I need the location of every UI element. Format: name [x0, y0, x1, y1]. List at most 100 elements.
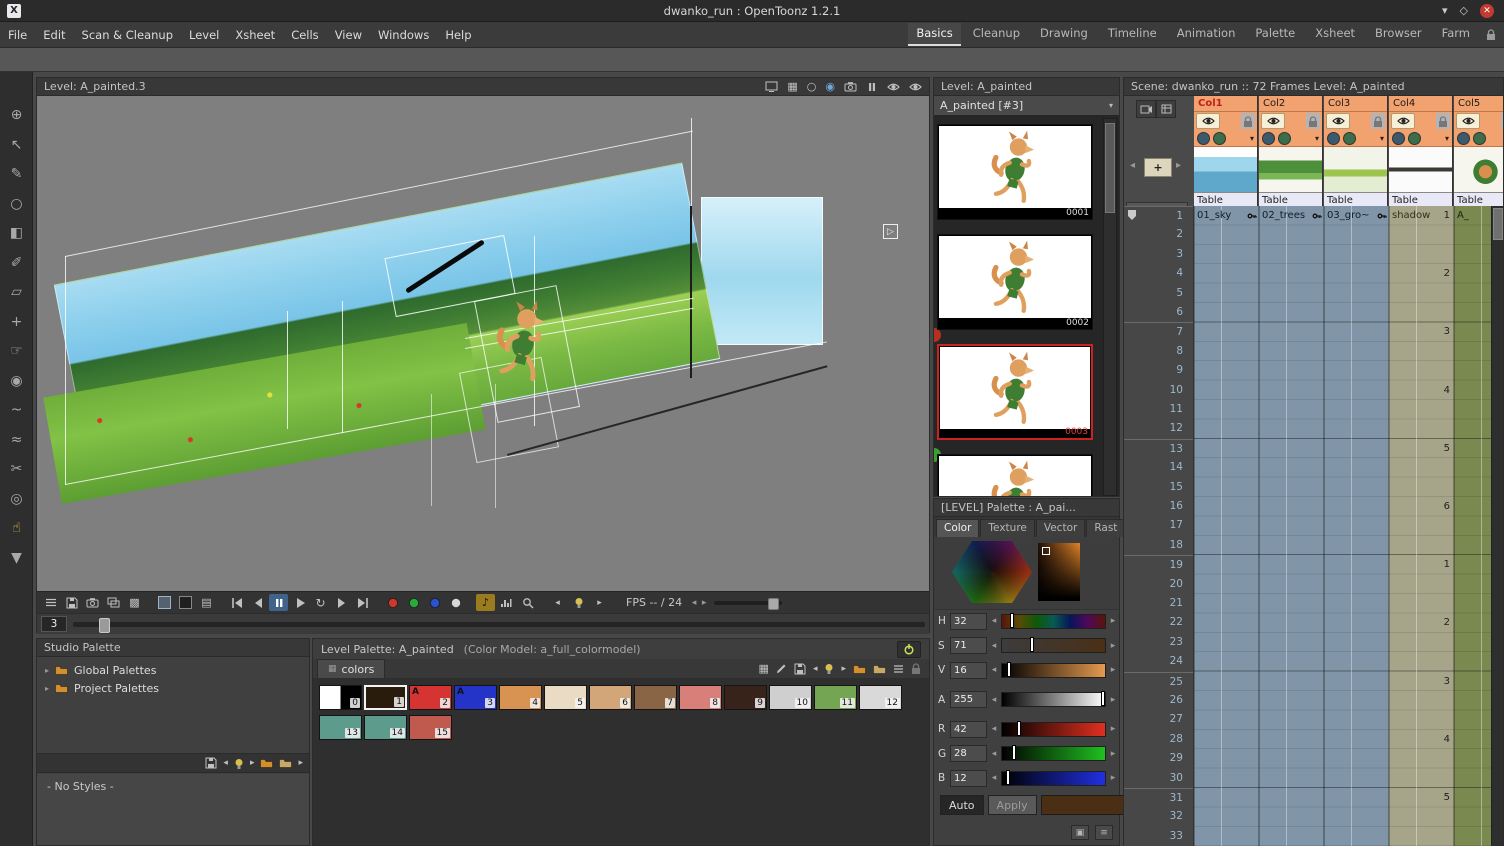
snapshot-icon[interactable] [83, 594, 102, 611]
scroll-right-icon[interactable]: ▸ [298, 758, 303, 768]
viewer-canvas[interactable]: ▷ [37, 96, 929, 591]
viewer-titlebar[interactable]: Level: A_painted.3 ▦○◉ [37, 78, 929, 96]
column-header-col2[interactable]: Col2 ▾ Table [1259, 96, 1323, 206]
smart-brush-tool-icon[interactable]: ✐ [0, 250, 33, 276]
rgb-picker-tool-icon[interactable]: ◉ [0, 368, 33, 394]
palette-tree-item-global-palettes[interactable]: ▸Global Palettes [37, 661, 305, 679]
style-chip-12[interactable]: 12 [859, 685, 902, 710]
cell-frame-1[interactable]: 01_sky [1194, 206, 1259, 225]
camstand-toggle-icon[interactable] [1392, 132, 1405, 145]
column-header-col4[interactable]: Col4 ▾ Table [1389, 96, 1453, 206]
preview-eye-icon[interactable] [887, 82, 900, 92]
sub-camera-eye-icon[interactable] [909, 82, 922, 92]
column-menu-arrow-icon[interactable]: ▾ [1315, 134, 1319, 143]
render-toggle-icon[interactable] [1278, 132, 1291, 145]
room-tab-drawing[interactable]: Drawing [1032, 23, 1096, 46]
column-visibility-eye-icon[interactable] [1391, 113, 1415, 129]
column-lock-icon[interactable] [1501, 113, 1503, 129]
next-key-icon[interactable]: ▸ [250, 758, 255, 768]
histogram-icon[interactable] [497, 594, 516, 611]
slider-increment-arrow[interactable]: ▸ [1109, 665, 1117, 675]
pinch-tool-icon[interactable]: ≈ [0, 427, 33, 453]
slider-increment-arrow[interactable]: ▸ [1109, 773, 1117, 783]
cell-frame-1[interactable]: 03_gro~ [1324, 206, 1389, 225]
menu-help[interactable]: Help [437, 28, 479, 42]
level-frame-0001[interactable]: 0001 [937, 124, 1093, 220]
style-chip-7[interactable]: 7 [634, 685, 677, 710]
pause-icon[interactable] [269, 594, 288, 611]
view-standard-icon[interactable] [155, 594, 174, 611]
column-thumbnail[interactable] [1389, 147, 1452, 193]
slider-increment-arrow[interactable]: ▸ [1109, 616, 1117, 626]
column-thumbnail[interactable] [1454, 147, 1503, 193]
fps-slider[interactable] [714, 601, 782, 605]
column-name[interactable]: Col2 [1259, 96, 1322, 112]
style-chip-6[interactable]: 6 [589, 685, 632, 710]
level-selector-dropdown[interactable]: A_painted [#3] ▾ [934, 96, 1119, 116]
style-chip-15[interactable]: 15 [409, 715, 452, 740]
style-chip-0[interactable]: 0 [319, 685, 362, 710]
style-chip-13[interactable]: 13 [319, 715, 362, 740]
key-icon[interactable] [234, 758, 244, 769]
slider-increment-arrow[interactable]: ▸ [1109, 724, 1117, 734]
page-tab-colors[interactable]: ▦ colors [317, 659, 385, 678]
prev-key-icon[interactable]: ◂ [548, 594, 567, 611]
style-chip-10[interactable]: 10 [769, 685, 812, 710]
style-chip-9[interactable]: 9 [724, 685, 767, 710]
slider-track[interactable] [1001, 614, 1106, 629]
column-lock-icon[interactable] [1436, 113, 1450, 129]
menu-edit[interactable]: Edit [35, 28, 73, 42]
style-chip-4[interactable]: 4 [499, 685, 542, 710]
render-toggle-icon[interactable] [1343, 132, 1356, 145]
minimize-icon[interactable]: ▾ [1442, 4, 1448, 17]
key-icon[interactable] [569, 594, 588, 611]
selection-tool-icon[interactable]: ↖ [0, 132, 33, 158]
column-cells-col1[interactable]: 01_sky [1194, 206, 1259, 846]
slider-value-field[interactable]: 32 [950, 613, 987, 630]
next-frame-icon[interactable] [332, 594, 351, 611]
camera-view-icon[interactable] [844, 81, 857, 92]
camstand-view-icon[interactable]: ○ [807, 80, 817, 93]
room-tab-xsheet[interactable]: Xsheet [1307, 23, 1363, 46]
column-header-col5[interactable]: Col5 ▾ Table [1454, 96, 1503, 206]
new-folder-icon[interactable] [260, 758, 273, 768]
level-strip-titlebar[interactable]: Level: A_painted [934, 78, 1119, 96]
render-toggle-icon[interactable] [1473, 132, 1486, 145]
close-icon[interactable]: ✕ [1480, 4, 1494, 18]
first-frame-icon[interactable] [227, 594, 246, 611]
column-name[interactable]: Col4 [1389, 96, 1452, 112]
room-tab-animation[interactable]: Animation [1169, 23, 1244, 46]
render-toggle-icon[interactable] [1408, 132, 1421, 145]
style-chip-5[interactable]: 5 [544, 685, 587, 710]
level-frame-0002[interactable]: 0002 [937, 234, 1093, 330]
maximize-icon[interactable]: ◇ [1460, 4, 1468, 17]
character-drawing[interactable] [494, 296, 554, 391]
hand-tool-icon[interactable]: ☝ [0, 515, 33, 541]
palette-power-icon[interactable] [897, 641, 921, 658]
slider-value-field[interactable]: 28 [950, 745, 987, 762]
level-frame-0003[interactable]: 0003 [937, 344, 1093, 440]
table-view-icon[interactable] [1156, 100, 1176, 118]
column-parent-label[interactable]: Table [1389, 193, 1452, 206]
save-image-icon[interactable] [62, 594, 81, 611]
column-cells-col2[interactable]: 02_trees [1259, 206, 1324, 846]
room-tab-basics[interactable]: Basics [908, 23, 960, 46]
auto-apply-button[interactable]: Auto [940, 795, 984, 815]
column-name[interactable]: Col3 [1324, 96, 1387, 112]
column-thumbnail[interactable] [1324, 147, 1387, 193]
tab-texture[interactable]: Texture [980, 519, 1034, 537]
slider-increment-arrow[interactable]: ▸ [1109, 695, 1117, 705]
slider-value-field[interactable]: 16 [950, 662, 987, 679]
column-visibility-eye-icon[interactable] [1261, 113, 1285, 129]
slider-value-field[interactable]: 42 [950, 721, 987, 738]
cutter-tool-icon[interactable]: ✂ [0, 456, 33, 482]
fill-tool-icon[interactable]: ◧ [0, 220, 33, 246]
geometric-tool-icon[interactable]: ○ [0, 191, 33, 217]
slider-track[interactable] [1001, 771, 1106, 786]
menu-xsheet[interactable]: Xsheet [227, 28, 283, 42]
prev-frame-icon[interactable] [248, 594, 267, 611]
soundtrack-icon[interactable]: ♪ [476, 594, 495, 611]
slider-decrement-arrow[interactable]: ◂ [990, 665, 998, 675]
column-name[interactable]: Col5 [1454, 96, 1503, 112]
current-frame-field[interactable]: 3 [41, 616, 67, 632]
